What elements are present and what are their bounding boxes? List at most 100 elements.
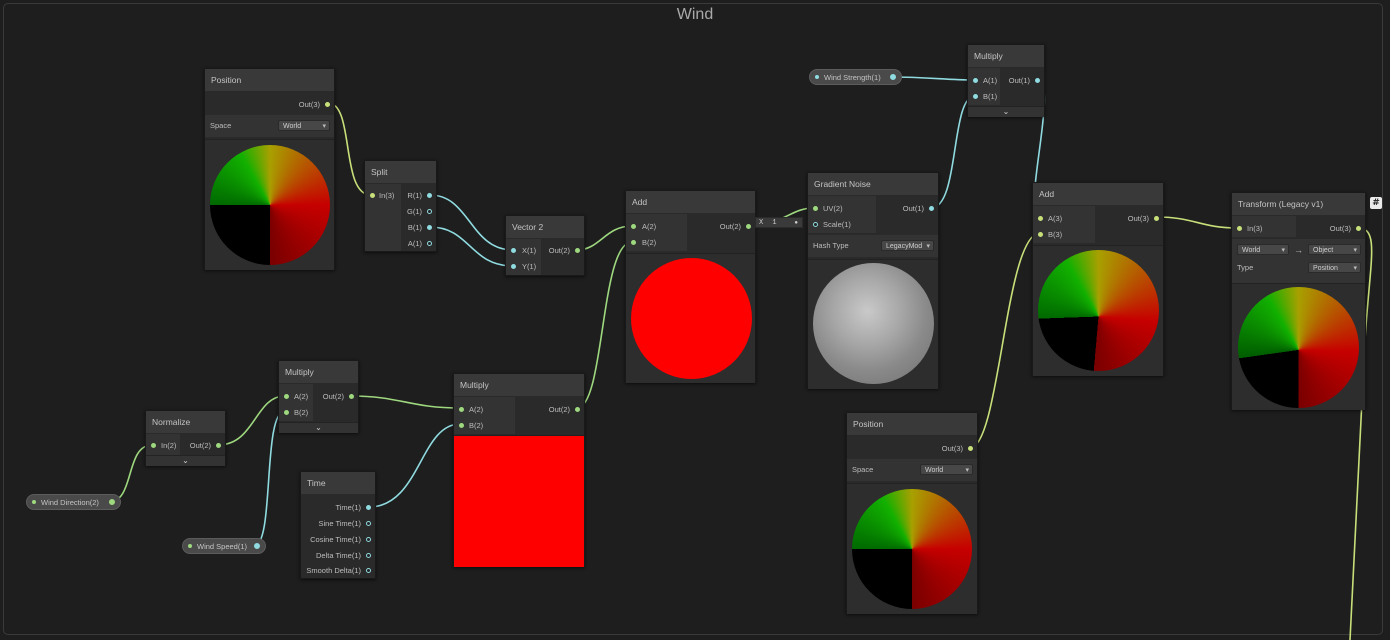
a-port-label: A(2) bbox=[294, 392, 309, 401]
in-port[interactable] bbox=[151, 443, 156, 448]
out-port[interactable] bbox=[1035, 78, 1040, 83]
expand-chevron[interactable]: ⌄ bbox=[146, 455, 225, 466]
out-port[interactable] bbox=[968, 446, 973, 451]
expand-chevron[interactable]: ⌄ bbox=[279, 422, 358, 433]
b-port[interactable] bbox=[973, 94, 978, 99]
node-title[interactable]: Multiply bbox=[968, 45, 1044, 67]
chevron-down-icon: ▾ bbox=[926, 243, 930, 250]
a-port[interactable] bbox=[973, 78, 978, 83]
preview-sphere bbox=[1238, 287, 1359, 408]
out-port[interactable] bbox=[325, 102, 330, 107]
b-port[interactable] bbox=[427, 225, 432, 230]
sine-time-port[interactable] bbox=[366, 521, 371, 526]
out-port[interactable] bbox=[746, 224, 751, 229]
y-port[interactable] bbox=[511, 264, 516, 269]
g-port[interactable] bbox=[427, 209, 432, 214]
transform-node[interactable]: Transform (Legacy v1) In(3) Out(3) World… bbox=[1231, 192, 1366, 410]
time-port[interactable] bbox=[366, 505, 371, 510]
wind-speed-property[interactable]: Wind Speed(1) bbox=[182, 538, 266, 554]
to-space-dropdown[interactable]: Object ▾ bbox=[1308, 244, 1361, 255]
b-port[interactable] bbox=[459, 423, 464, 428]
add-node-1[interactable]: Add A(2) B(2) Out(2) bbox=[625, 190, 756, 383]
from-space-dropdown[interactable]: World ▾ bbox=[1237, 244, 1289, 255]
in-port-label: In(3) bbox=[379, 191, 395, 200]
out-port[interactable] bbox=[1356, 226, 1361, 231]
node-title[interactable]: Position bbox=[847, 413, 977, 435]
node-title[interactable]: Time bbox=[301, 472, 375, 494]
node-title[interactable]: Add bbox=[626, 191, 755, 213]
time-node[interactable]: Time Time(1) Sine Time(1) Cosine Time(1)… bbox=[300, 471, 376, 579]
space-label: Space bbox=[852, 465, 874, 474]
normalize-node[interactable]: Normalize In(2) Out(2) ⌄ bbox=[145, 410, 226, 466]
g-port-label: G(1) bbox=[407, 207, 422, 216]
out-port[interactable] bbox=[109, 499, 115, 505]
wind-speed-label: Wind Speed(1) bbox=[197, 542, 248, 551]
in-port[interactable] bbox=[1237, 226, 1242, 231]
in-port-label: In(3) bbox=[1247, 224, 1263, 233]
node-title[interactable]: Split bbox=[365, 161, 436, 183]
delta-time-port[interactable] bbox=[366, 553, 371, 558]
node-title[interactable]: Position bbox=[205, 69, 334, 91]
a-port[interactable] bbox=[459, 407, 464, 412]
space-dropdown[interactable]: World ▾ bbox=[920, 464, 973, 475]
wind-direction-label: Wind Direction(2) bbox=[41, 498, 99, 507]
a-port[interactable] bbox=[1038, 216, 1043, 221]
a-port[interactable] bbox=[631, 224, 636, 229]
node-title[interactable]: Multiply bbox=[454, 374, 584, 396]
scale-port[interactable] bbox=[813, 222, 818, 227]
cosine-time-port[interactable] bbox=[366, 537, 371, 542]
uv-port[interactable] bbox=[813, 206, 818, 211]
uv-inline-field[interactable]: X 1 ● bbox=[755, 217, 803, 228]
a-port[interactable] bbox=[284, 394, 289, 399]
node-title[interactable]: Gradient Noise bbox=[808, 173, 938, 195]
smooth-delta-port[interactable] bbox=[366, 568, 371, 573]
out-port[interactable] bbox=[216, 443, 221, 448]
a-port-label: A(2) bbox=[642, 222, 657, 231]
a-port[interactable] bbox=[427, 241, 432, 246]
split-node[interactable]: Split In(3) R(1) G(1) B(1) A(1) bbox=[364, 160, 437, 252]
in-port[interactable] bbox=[370, 193, 375, 198]
out-port[interactable] bbox=[929, 206, 934, 211]
space-dropdown[interactable]: World ▾ bbox=[278, 120, 330, 131]
type-dropdown[interactable]: Position ▾ bbox=[1308, 262, 1361, 273]
out-port[interactable] bbox=[1154, 216, 1159, 221]
node-title[interactable]: Normalize bbox=[146, 411, 225, 433]
multiply-node-left[interactable]: Multiply A(2) B(2) Out(2) ⌄ bbox=[278, 360, 359, 433]
node-title[interactable]: Transform (Legacy v1) bbox=[1232, 193, 1365, 215]
a-port-label: A(1) bbox=[983, 76, 998, 85]
r-port[interactable] bbox=[427, 193, 432, 198]
expand-chevron[interactable]: ⌄ bbox=[968, 106, 1044, 117]
b-port-label: B(2) bbox=[469, 421, 484, 430]
out-port-label: Out(3) bbox=[1127, 214, 1149, 223]
x-port[interactable] bbox=[511, 248, 516, 253]
hash-icon[interactable]: # bbox=[1370, 197, 1382, 209]
out-port[interactable] bbox=[575, 248, 580, 253]
out-port[interactable] bbox=[890, 74, 896, 80]
vector2-node[interactable]: Vector 2 X(1) Y(1) Out(2) bbox=[505, 215, 585, 276]
preview-sphere bbox=[852, 489, 972, 609]
b-port[interactable] bbox=[631, 240, 636, 245]
position-node-2[interactable]: Position Out(3) Space World ▾ bbox=[846, 412, 978, 614]
out-port[interactable] bbox=[349, 394, 354, 399]
edge-time-multiply-b bbox=[368, 423, 461, 508]
smooth-delta-port-label: Smooth Delta(1) bbox=[306, 566, 361, 575]
node-title[interactable]: Vector 2 bbox=[506, 216, 584, 238]
node-title[interactable]: Add bbox=[1033, 183, 1163, 205]
node-title[interactable]: Multiply bbox=[279, 361, 358, 383]
out-port[interactable] bbox=[254, 543, 260, 549]
b-port[interactable] bbox=[284, 410, 289, 415]
add-node-2[interactable]: Add A(3) B(3) Out(3) bbox=[1032, 182, 1164, 376]
position-node-1[interactable]: Position Out(3) Space World ▾ bbox=[204, 68, 335, 270]
property-dot-icon bbox=[188, 544, 192, 548]
gradient-noise-node[interactable]: Gradient Noise UV(2) Scale(1) Out(1) Has… bbox=[807, 172, 939, 389]
multiply-node-top[interactable]: Multiply A(1) B(1) Out(1) ⌄ bbox=[967, 44, 1045, 117]
multiply-node-mid[interactable]: Multiply A(2) B(2) Out(2) bbox=[453, 373, 585, 567]
hash-type-dropdown[interactable]: LegacyMod ▾ bbox=[881, 240, 934, 251]
chevron-down-icon: ▾ bbox=[1281, 247, 1285, 254]
b-port[interactable] bbox=[1038, 232, 1043, 237]
wind-direction-property[interactable]: Wind Direction(2) bbox=[26, 494, 121, 510]
shader-graph-canvas[interactable]: Wind Position Out(3) Space World ▾ Split… bbox=[0, 0, 1390, 640]
preview-area bbox=[205, 139, 334, 270]
wind-strength-property[interactable]: Wind Strength(1) bbox=[809, 69, 902, 85]
out-port[interactable] bbox=[575, 407, 580, 412]
